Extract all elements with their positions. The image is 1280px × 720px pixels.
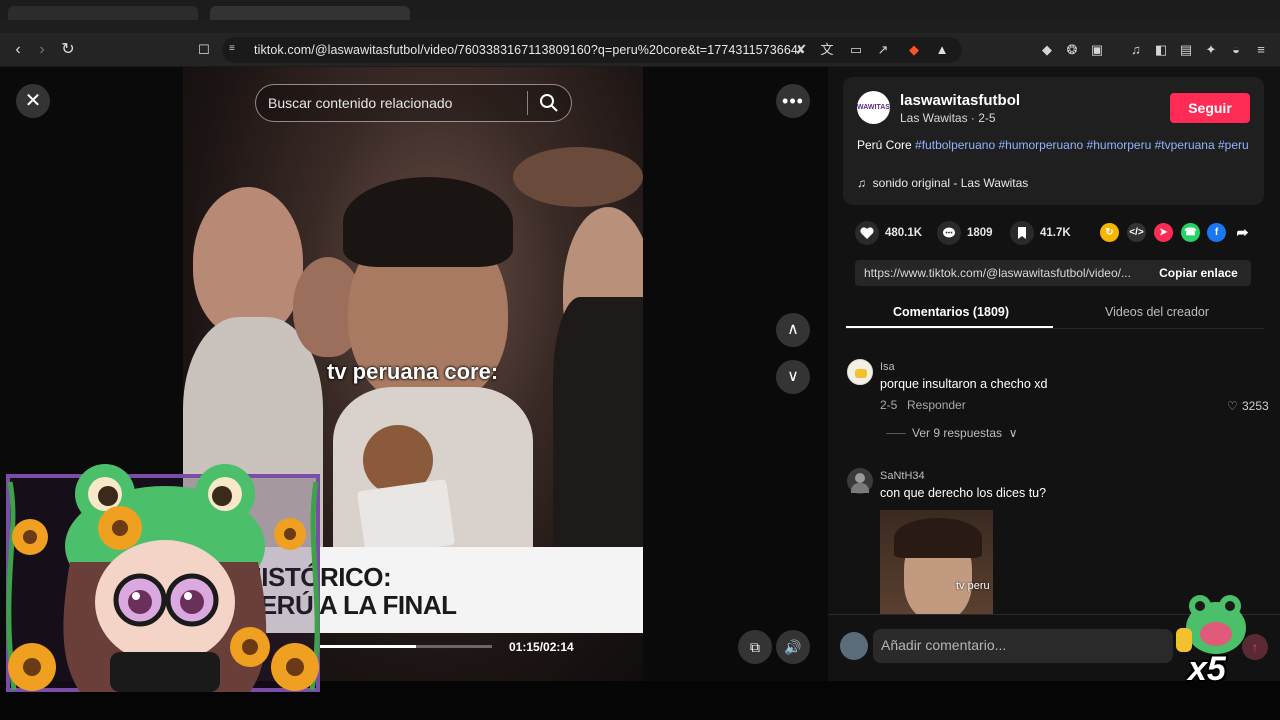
comment-username[interactable]: SaNtH34 (880, 470, 925, 482)
tab-creator-videos[interactable]: Videos del creador (1105, 305, 1209, 319)
volume-icon[interactable]: 🔊 (776, 630, 810, 664)
previous-video-icon[interactable]: ∧ (776, 313, 810, 347)
pip-icon[interactable]: ⧉ (738, 630, 772, 664)
hashtag[interactable]: #futbolperuano (915, 138, 995, 152)
more-options-icon[interactable]: ••• (776, 84, 810, 118)
browser-tab-active[interactable] (210, 6, 410, 20)
video-overlay-caption: tv peruana core: (327, 359, 499, 384)
video-description: Perú Core #futbolperuano #humorperuano #… (857, 138, 1252, 153)
cast-icon[interactable]: ▭ (847, 41, 865, 59)
reply-button[interactable]: Responder (907, 398, 966, 412)
music-row[interactable]: ♫ sonido original - Las Wawitas (857, 176, 1028, 190)
progress-bar[interactable] (320, 645, 492, 648)
chevron-down-icon: ∨ (1005, 426, 1018, 440)
like-count: 480.1K (885, 227, 923, 239)
comment-like-icon[interactable]: ♡ (1227, 399, 1238, 413)
video-time: 01:15/02:14 (509, 640, 574, 654)
emote-multiplier: x5 (1188, 650, 1226, 688)
avatar[interactable] (847, 359, 873, 385)
author-username[interactable]: laswawitasfutbol (900, 92, 1020, 109)
hashtag[interactable]: #humorperuano (998, 138, 1083, 152)
copy-link-button[interactable]: Copiar enlace (1146, 260, 1251, 286)
comment-text: con que derecho los dices tu? (880, 486, 1047, 500)
comment-icon[interactable] (937, 221, 961, 245)
gif-hair (894, 518, 982, 558)
avatar-art (851, 483, 869, 493)
share-link-text[interactable]: https://www.tiktok.com/@laswawitasfutbol… (864, 266, 1144, 280)
next-video-icon[interactable]: ∨ (776, 360, 810, 394)
hashtag[interactable]: #humorperu (1087, 138, 1152, 152)
browser-tabstrip (0, 0, 1280, 20)
replies-line (886, 433, 906, 434)
related-search-placeholder: Buscar contenido relacionado (268, 95, 453, 111)
menu-icon[interactable]: ≡ (1252, 41, 1270, 59)
brave-rewards-icon[interactable]: ▲ (933, 41, 951, 59)
share-page-icon[interactable]: ↗ (874, 41, 892, 59)
translate-off-icon[interactable]: ✘ (792, 41, 810, 59)
progress-fill (320, 645, 417, 648)
vpn-icon[interactable]: ◒ (1227, 41, 1245, 59)
comment-gif[interactable]: tv peru (880, 510, 993, 614)
leo-ai-icon[interactable]: ✦ (1202, 41, 1220, 59)
description-text: Perú Core (857, 138, 912, 152)
embed-icon[interactable]: </> (1127, 223, 1146, 242)
background-blur (513, 147, 643, 207)
music-icon[interactable]: ♫ (1127, 41, 1145, 59)
url-text[interactable]: tiktok.com/@laswawitasfutbol/video/76033… (254, 43, 798, 57)
reader-icon[interactable]: ▣ (1088, 41, 1106, 59)
hashtag[interactable]: #tvperuana (1155, 138, 1215, 152)
follow-button[interactable]: Seguir (1170, 93, 1250, 123)
streamer-avatar-overlay (6, 464, 320, 692)
author-subtitle: Las Wawitas · 2-5 (900, 111, 996, 125)
active-tab-indicator (846, 326, 1053, 328)
crowd-person-dark (553, 297, 643, 577)
search-divider (527, 91, 528, 115)
gif-caption: tv peru (956, 580, 990, 592)
bookmark-save-icon[interactable] (1010, 221, 1034, 245)
share-more-icon[interactable]: ➦ (1233, 223, 1252, 242)
reload-icon[interactable]: ↻ (57, 39, 79, 61)
save-count: 41.7K (1040, 227, 1071, 239)
close-icon[interactable]: ✕ (16, 84, 50, 118)
site-info-icon[interactable]: ≡ (229, 43, 241, 55)
hashtag[interactable]: #peru (1218, 138, 1249, 152)
tab-strip-gap (0, 20, 1280, 33)
avatar[interactable] (847, 468, 873, 494)
music-label: sonido original - Las Wawitas (872, 176, 1029, 190)
facebook-icon[interactable]: f (1207, 223, 1226, 242)
extension-icon[interactable]: ◆ (1038, 41, 1056, 59)
current-user-avatar[interactable] (840, 632, 868, 660)
comment-text: porque insultaron a checho xd (880, 377, 1048, 391)
view-replies-label: Ver 9 respuestas (912, 426, 1003, 440)
comment-username[interactable]: Isa (880, 361, 895, 373)
avatar-art (855, 369, 867, 378)
back-icon[interactable]: ‹ (7, 39, 29, 61)
puzzle-icon[interactable]: ❂ (1063, 41, 1081, 59)
main-person-hair (343, 177, 513, 267)
add-comment-placeholder: Añadir comentario... (881, 637, 1007, 653)
music-note-icon: ♫ (857, 176, 873, 190)
brave-shield-icon[interactable]: ◆ (905, 41, 923, 59)
comment-like-count: 3253 (1242, 399, 1269, 413)
translate-icon[interactable]: 文 (818, 41, 836, 59)
browser-tab[interactable] (8, 6, 198, 20)
avatar-art (855, 473, 865, 483)
view-replies-button[interactable]: Ver 9 respuestas ∨ (912, 426, 1018, 440)
comment-count: 1809 (967, 227, 993, 239)
tab-comments[interactable]: Comentarios (1809) (893, 305, 1009, 319)
wallet-icon[interactable]: ▤ (1177, 41, 1195, 59)
forward-icon[interactable]: › (31, 39, 53, 61)
author-avatar[interactable]: WAWITAS (857, 91, 890, 124)
send-to-friends-icon[interactable]: ➤ (1154, 223, 1173, 242)
whatsapp-icon[interactable]: ☎ (1181, 223, 1200, 242)
search-icon[interactable] (538, 92, 560, 114)
sidebar-icon[interactable]: ◧ (1152, 41, 1170, 59)
comment-date: 2-5 (880, 398, 898, 412)
bookmark-icon[interactable]: ☐ (193, 39, 215, 61)
like-icon[interactable] (855, 221, 879, 245)
microphone-flag (356, 479, 456, 557)
repost-icon[interactable]: ↻ (1100, 223, 1119, 242)
crowd-person (193, 187, 303, 337)
